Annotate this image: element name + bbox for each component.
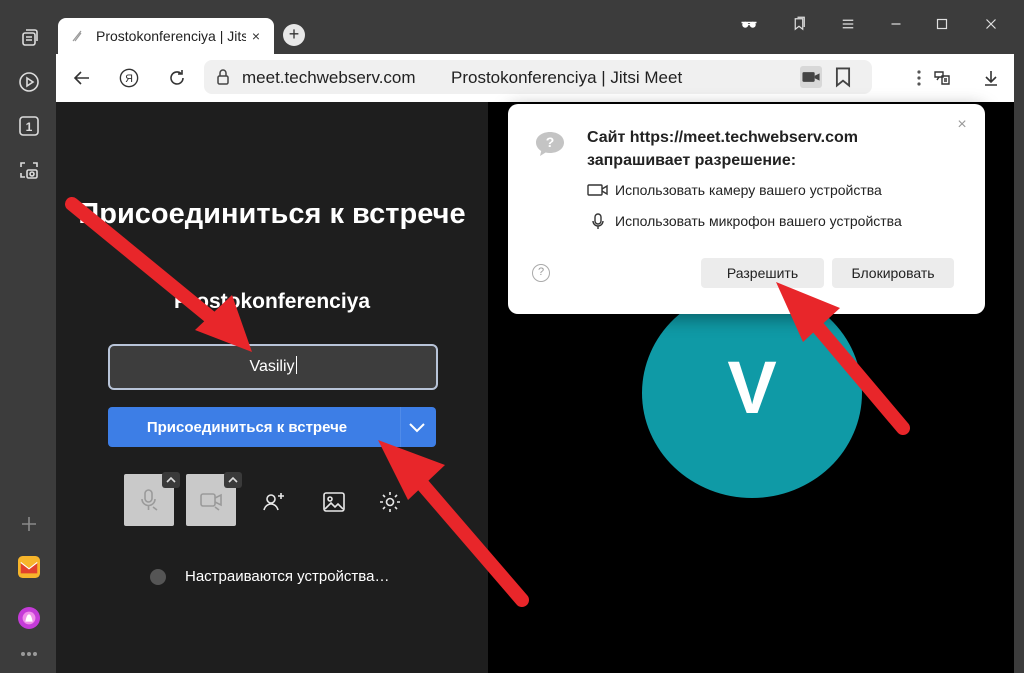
text-caret — [295, 356, 297, 374]
join-meeting-button-label: Присоединиться к встрече — [146, 419, 348, 436]
allow-button[interactable]: Разрешить — [701, 258, 824, 288]
bookmark-icon[interactable] — [832, 66, 854, 88]
window-border — [1014, 54, 1024, 673]
play-icon[interactable] — [18, 71, 40, 93]
address-page-title: Prostokonferenciya | Jitsi Meet — [451, 68, 683, 87]
camera-permission-row: Использовать камеру вашего устройства — [587, 182, 882, 198]
tab-close-icon[interactable]: × — [248, 28, 264, 44]
device-status-text: Настраиваются устройства… — [185, 568, 390, 585]
room-name: Prostokonferenciya — [173, 290, 371, 313]
more-options-icon[interactable] — [908, 67, 930, 89]
counter-icon[interactable]: 1 — [18, 115, 40, 137]
microphone-options-chevron-icon[interactable] — [162, 472, 180, 488]
camera-icon — [200, 493, 222, 511]
add-icon[interactable] — [18, 513, 40, 535]
join-button-separator — [400, 407, 401, 447]
screenshot-icon[interactable] — [18, 159, 40, 181]
device-status-indicator — [150, 569, 166, 585]
microphone-permission-text: Использовать микрофон вашего устройства — [615, 213, 902, 229]
display-name-value: Vasiliy — [249, 358, 295, 375]
extensions-icon[interactable] — [931, 67, 953, 89]
user-avatar: V — [642, 288, 862, 498]
maximize-icon[interactable] — [930, 12, 954, 36]
browser-tab[interactable]: Prostokonferenciya | Jitsi Meet × — [58, 18, 274, 54]
help-icon[interactable]: ? — [532, 264, 550, 282]
more-icon[interactable] — [18, 643, 40, 665]
browser-toolbar: Я meet.techwebserv.com Prostokonferenciy… — [56, 54, 1014, 102]
permission-request-popup: ? × Сайт https://meet.techwebserv.com за… — [508, 104, 985, 314]
incognito-glasses-icon[interactable] — [737, 12, 761, 36]
permission-title: Сайт https://meet.techwebserv.com запраш… — [587, 129, 858, 169]
svg-text:?: ? — [546, 134, 555, 150]
browser-window: 1 Prostokonferenciya | Jitsi Meet × + — [0, 0, 1024, 673]
alice-icon[interactable] — [18, 607, 40, 629]
join-meeting-title: Присоединиться к встрече — [78, 198, 466, 230]
microphone-icon — [587, 213, 609, 229]
chevron-down-icon[interactable] — [406, 417, 428, 437]
block-button[interactable]: Блокировать — [832, 258, 954, 288]
tab-title: Prostokonferenciya | Jitsi Meet — [96, 28, 246, 44]
menu-icon[interactable] — [836, 12, 860, 36]
svg-text:Я: Я — [125, 73, 133, 85]
minimize-icon[interactable] — [884, 12, 908, 36]
mail-app-icon[interactable] — [18, 556, 40, 578]
browser-sidebar: 1 — [0, 0, 56, 673]
display-name-input[interactable]: Vasiliy — [108, 344, 438, 390]
settings-gear-icon[interactable] — [376, 488, 404, 516]
invite-people-icon[interactable] — [260, 488, 288, 516]
camera-permission-text: Использовать камеру вашего устройства — [615, 182, 882, 198]
tabs-icon[interactable] — [18, 27, 40, 49]
site-info-icon[interactable] — [214, 68, 232, 86]
close-window-icon[interactable] — [979, 12, 1003, 36]
camera-options-chevron-icon[interactable] — [224, 472, 242, 488]
question-bubble-icon: ? — [534, 130, 566, 158]
prejoin-panel: Присоединиться к встрече Prostokonferenc… — [56, 102, 488, 673]
background-image-icon[interactable] — [320, 488, 348, 516]
back-arrow-icon[interactable] — [71, 67, 93, 89]
downloads-icon[interactable] — [980, 67, 1002, 89]
tab-favicon-icon — [70, 29, 84, 43]
reload-icon[interactable] — [166, 67, 188, 89]
microphone-icon — [141, 489, 158, 511]
address-url: meet.techwebserv.com — [242, 68, 416, 87]
camera-permission-icon[interactable] — [800, 66, 822, 88]
popup-close-icon[interactable]: × — [955, 117, 969, 133]
yandex-button[interactable]: Я — [118, 67, 140, 89]
camera-icon — [587, 182, 609, 198]
address-bar[interactable]: meet.techwebserv.com Prostokonferenciya … — [204, 60, 872, 94]
join-meeting-button[interactable]: Присоединиться к встрече — [108, 407, 436, 447]
new-tab-button[interactable]: + — [283, 24, 305, 46]
microphone-permission-row: Использовать микрофон вашего устройства — [587, 213, 902, 229]
svg-text:1: 1 — [26, 120, 33, 134]
bookmarks-panel-icon[interactable] — [787, 12, 811, 36]
